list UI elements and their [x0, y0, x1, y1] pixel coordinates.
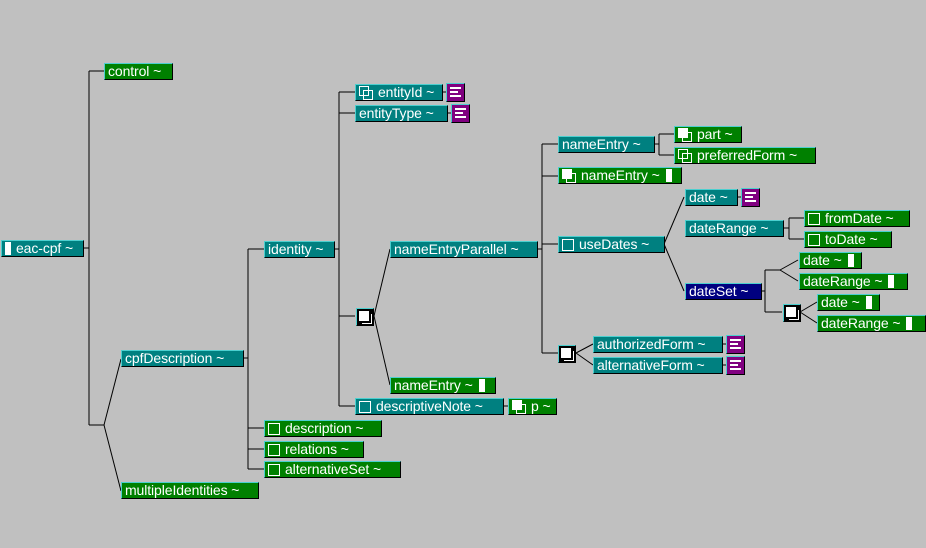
node-label: description ~	[285, 420, 364, 436]
text-content-icon	[726, 356, 745, 375]
repeatable-icon	[678, 148, 692, 163]
node-label: part ~	[697, 126, 733, 142]
node-date[interactable]: date ~	[685, 189, 738, 206]
optional-icon	[268, 443, 280, 456]
node-label: alternativeForm ~	[597, 357, 705, 373]
optional-icon	[268, 463, 280, 476]
node-preferredForm[interactable]: preferredForm ~	[674, 147, 816, 164]
node-label: entityId ~	[378, 84, 435, 100]
optional-icon	[808, 212, 820, 225]
choice-icon[interactable]	[356, 308, 374, 326]
node-label: entityType ~	[359, 105, 434, 121]
optional-icon	[359, 400, 371, 413]
optional-icon	[808, 233, 820, 246]
node-part[interactable]: part ~	[674, 126, 742, 143]
text-content-icon	[451, 104, 470, 123]
node-multipleIdentities[interactable]: multipleIdentities ~	[121, 482, 259, 499]
text-content-icon	[741, 188, 760, 207]
node-date-choice[interactable]: date ~	[817, 294, 880, 311]
content-bar-icon	[906, 317, 913, 330]
node-label: nameEntryParallel ~	[394, 241, 519, 257]
node-toDate[interactable]: toDate ~	[804, 231, 892, 248]
node-label: nameEntry ~	[581, 167, 660, 183]
repeatable-icon	[359, 85, 373, 100]
node-identity[interactable]: identity ~	[264, 241, 335, 258]
node-entityId[interactable]: entityId ~	[355, 84, 443, 101]
content-bar-icon	[865, 296, 872, 309]
node-label: alternativeSet ~	[285, 461, 382, 477]
node-nameEntry-repeat[interactable]: nameEntry ~	[558, 167, 682, 184]
node-label: dateRange ~	[821, 315, 901, 331]
node-label: cpfDescription ~	[125, 350, 225, 366]
node-label: toDate ~	[825, 231, 878, 247]
repeatable-optional-icon	[512, 399, 526, 414]
repeatable-optional-icon	[678, 127, 692, 142]
node-eac-cpf[interactable]: eac-cpf ~	[1, 240, 84, 257]
node-useDates[interactable]: useDates ~	[558, 236, 665, 253]
content-bar-icon	[665, 169, 672, 182]
node-label: dateRange ~	[803, 273, 883, 289]
node-cpfDescription[interactable]: cpfDescription ~	[121, 350, 244, 367]
node-label: identity ~	[268, 241, 324, 257]
node-label: relations ~	[285, 441, 349, 457]
text-content-icon	[726, 335, 745, 354]
node-label: control ~	[108, 63, 162, 79]
node-label: eac-cpf ~	[16, 240, 74, 256]
node-label: multipleIdentities ~	[125, 482, 240, 498]
node-label: descriptiveNote ~	[376, 398, 483, 414]
content-bar-icon	[888, 275, 895, 288]
node-label: dateSet ~	[689, 283, 749, 299]
node-label: date ~	[821, 294, 860, 310]
node-label: useDates ~	[579, 236, 650, 252]
node-alternativeForm[interactable]: alternativeForm ~	[593, 357, 723, 374]
node-dateRange-set[interactable]: dateRange ~	[799, 273, 908, 290]
node-dateSet-selected[interactable]: dateSet ~	[685, 283, 762, 300]
repeatable-optional-icon	[562, 168, 576, 183]
node-nameEntryParallel[interactable]: nameEntryParallel ~	[390, 241, 538, 258]
optional-icon	[562, 238, 574, 251]
node-label: nameEntry ~	[562, 136, 641, 152]
choice-icon[interactable]	[783, 304, 801, 322]
node-alternativeSet[interactable]: alternativeSet ~	[264, 461, 401, 478]
text-content-icon	[446, 83, 465, 102]
node-nameEntry[interactable]: nameEntry ~	[558, 136, 655, 153]
node-date-set[interactable]: date ~	[799, 252, 862, 269]
node-label: date ~	[689, 189, 728, 205]
node-label: fromDate ~	[825, 210, 894, 226]
node-nameEntry-choice[interactable]: nameEntry ~	[390, 377, 496, 394]
node-dateRange-choice[interactable]: dateRange ~	[817, 315, 926, 332]
node-entityType[interactable]: entityType ~	[355, 105, 448, 122]
node-label: date ~	[803, 252, 842, 268]
node-control[interactable]: control ~	[104, 63, 173, 80]
node-description[interactable]: description ~	[264, 420, 382, 437]
node-label: authorizedForm ~	[597, 336, 706, 352]
content-bar-icon	[5, 242, 11, 255]
optional-icon	[268, 422, 280, 435]
node-dateRange[interactable]: dateRange ~	[685, 220, 784, 237]
node-authorizedForm[interactable]: authorizedForm ~	[593, 336, 723, 353]
node-label: nameEntry ~	[394, 377, 473, 393]
choice-icon[interactable]	[558, 345, 576, 363]
content-bar-icon	[478, 379, 485, 392]
node-descriptiveNote[interactable]: descriptiveNote ~	[355, 398, 504, 415]
node-p[interactable]: p ~	[508, 398, 557, 415]
node-label: preferredForm ~	[697, 147, 798, 163]
node-relations[interactable]: relations ~	[264, 441, 364, 458]
content-bar-icon	[847, 254, 854, 267]
node-label: dateRange ~	[689, 220, 769, 236]
node-fromDate[interactable]: fromDate ~	[804, 210, 910, 227]
node-label: p ~	[531, 398, 551, 414]
